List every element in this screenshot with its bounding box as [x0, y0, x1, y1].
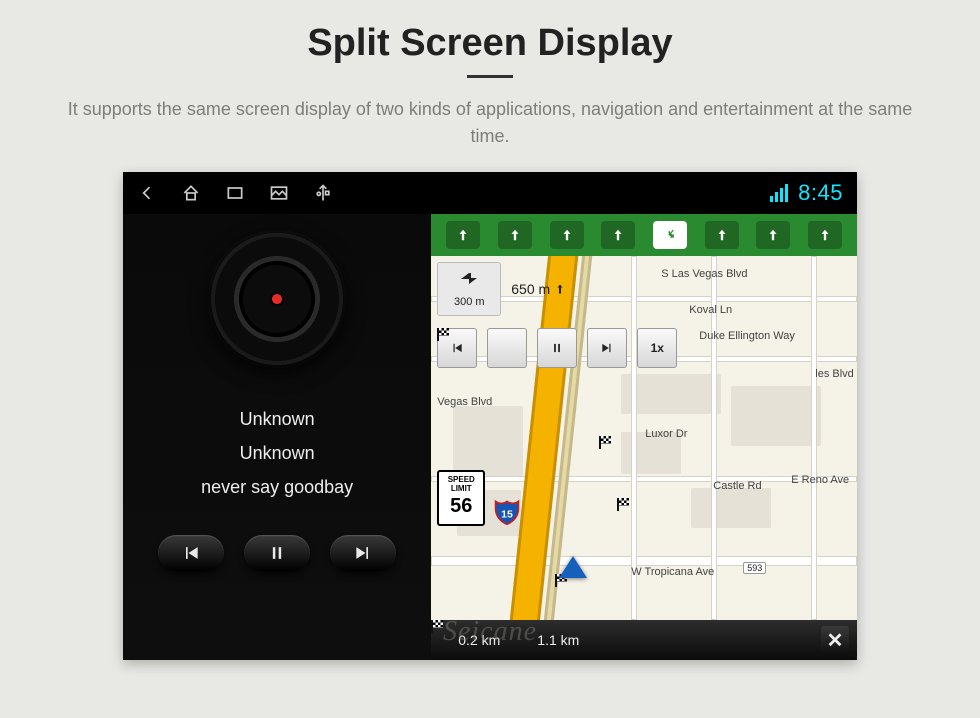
speed-limit-sign: SPEED LIMIT 56 — [437, 470, 485, 526]
home-icon[interactable] — [181, 183, 201, 203]
lane-guidance-bar — [431, 214, 857, 256]
nav-close-button[interactable]: ✕ — [821, 626, 849, 654]
speed-limit-label: LIMIT — [439, 484, 483, 493]
nav-distance-2: 1.1 km — [537, 632, 579, 648]
nav-pause-button[interactable] — [537, 328, 577, 368]
lane-3 — [550, 221, 584, 249]
lane-7 — [756, 221, 790, 249]
map-road — [431, 556, 857, 566]
hero-subtitle: It supports the same screen display of t… — [60, 96, 920, 150]
street-label: Luxor Dr — [645, 428, 687, 440]
signal-icon — [770, 184, 788, 202]
lane-1 — [446, 221, 480, 249]
approach-distance: 650 m — [511, 262, 566, 316]
address-tag: 593 — [743, 562, 766, 574]
checkered-flag-icon — [518, 634, 531, 647]
street-label: les Blvd — [815, 368, 854, 380]
media-pause-button[interactable] — [244, 535, 310, 571]
interstate-shield-icon: 15 — [493, 498, 521, 526]
recent-icon[interactable] — [225, 183, 245, 203]
split-container: Unknown Unknown never say goodbay — [123, 214, 857, 660]
track-artist: Unknown — [123, 402, 431, 436]
nav-distance-1: 0.2 km — [458, 632, 500, 648]
map-road — [811, 256, 817, 620]
nav-bottom-bar: 0.2 km 1.1 km ✕ — [431, 620, 857, 660]
track-metadata: Unknown Unknown never say goodbay — [123, 402, 431, 505]
street-label: W Tropicana Ave — [631, 566, 714, 578]
map-building — [691, 488, 771, 528]
street-label: Koval Ln — [689, 304, 732, 316]
nav-flag-button[interactable] — [487, 328, 527, 368]
speed-limit-value: 56 — [439, 495, 483, 518]
approach-distance-value: 650 m — [511, 281, 550, 297]
media-next-button[interactable] — [330, 535, 396, 571]
map-building — [453, 406, 523, 476]
media-pane: Unknown Unknown never say goodbay — [123, 214, 431, 660]
statusbar-right-group: 8:45 — [770, 180, 843, 206]
turn-indicator: 300 m — [437, 262, 501, 316]
nav-speed-button[interactable]: 1x — [637, 328, 677, 368]
media-prev-button[interactable] — [158, 535, 224, 571]
navigation-pane: S Las Vegas Blvd Koval Ln Duke Ellington… — [431, 214, 857, 660]
back-icon[interactable] — [137, 183, 157, 203]
lane-2 — [498, 221, 532, 249]
gps-cursor-icon — [559, 556, 587, 578]
lane-5-active — [653, 221, 687, 249]
media-controls — [123, 535, 431, 571]
nav-next-button[interactable] — [587, 328, 627, 368]
track-title: never say goodbay — [123, 470, 431, 504]
track-album: Unknown — [123, 436, 431, 470]
lane-6 — [705, 221, 739, 249]
street-label: Castle Rd — [713, 480, 761, 492]
image-icon[interactable] — [269, 183, 289, 203]
status-bar: 8:45 — [123, 172, 857, 214]
street-label: E Reno Ave — [791, 474, 849, 486]
turn-distance: 300 m — [454, 296, 485, 308]
device-frame: 8:45 Unknown Unknown never say goodbay — [123, 172, 857, 660]
status-clock: 8:45 — [798, 180, 843, 206]
hero-title: Split Screen Display — [0, 0, 980, 65]
lane-8 — [808, 221, 842, 249]
nav-waypoint-2: 1.1 km — [518, 632, 579, 648]
checkered-flag-icon — [439, 634, 452, 647]
svg-text:15: 15 — [501, 508, 513, 520]
statusbar-left-group — [137, 183, 333, 203]
nav-waypoint-1: 0.2 km — [439, 632, 500, 648]
album-art-disc — [208, 230, 346, 368]
usb-icon[interactable] — [313, 183, 333, 203]
nav-playback-controls: 1x — [437, 328, 677, 368]
street-label: Duke Ellington Way — [699, 330, 795, 342]
speed-limit-label: SPEED — [439, 475, 483, 484]
street-label: Vegas Blvd — [437, 396, 492, 408]
lane-4 — [601, 221, 635, 249]
checkered-flag-icon — [599, 436, 612, 449]
checkered-flag-icon — [617, 498, 630, 511]
map-building — [731, 386, 821, 446]
street-label: S Las Vegas Blvd — [661, 268, 747, 280]
nav-turn-overlay: 300 m 650 m — [437, 262, 566, 316]
hero-divider — [467, 75, 513, 78]
